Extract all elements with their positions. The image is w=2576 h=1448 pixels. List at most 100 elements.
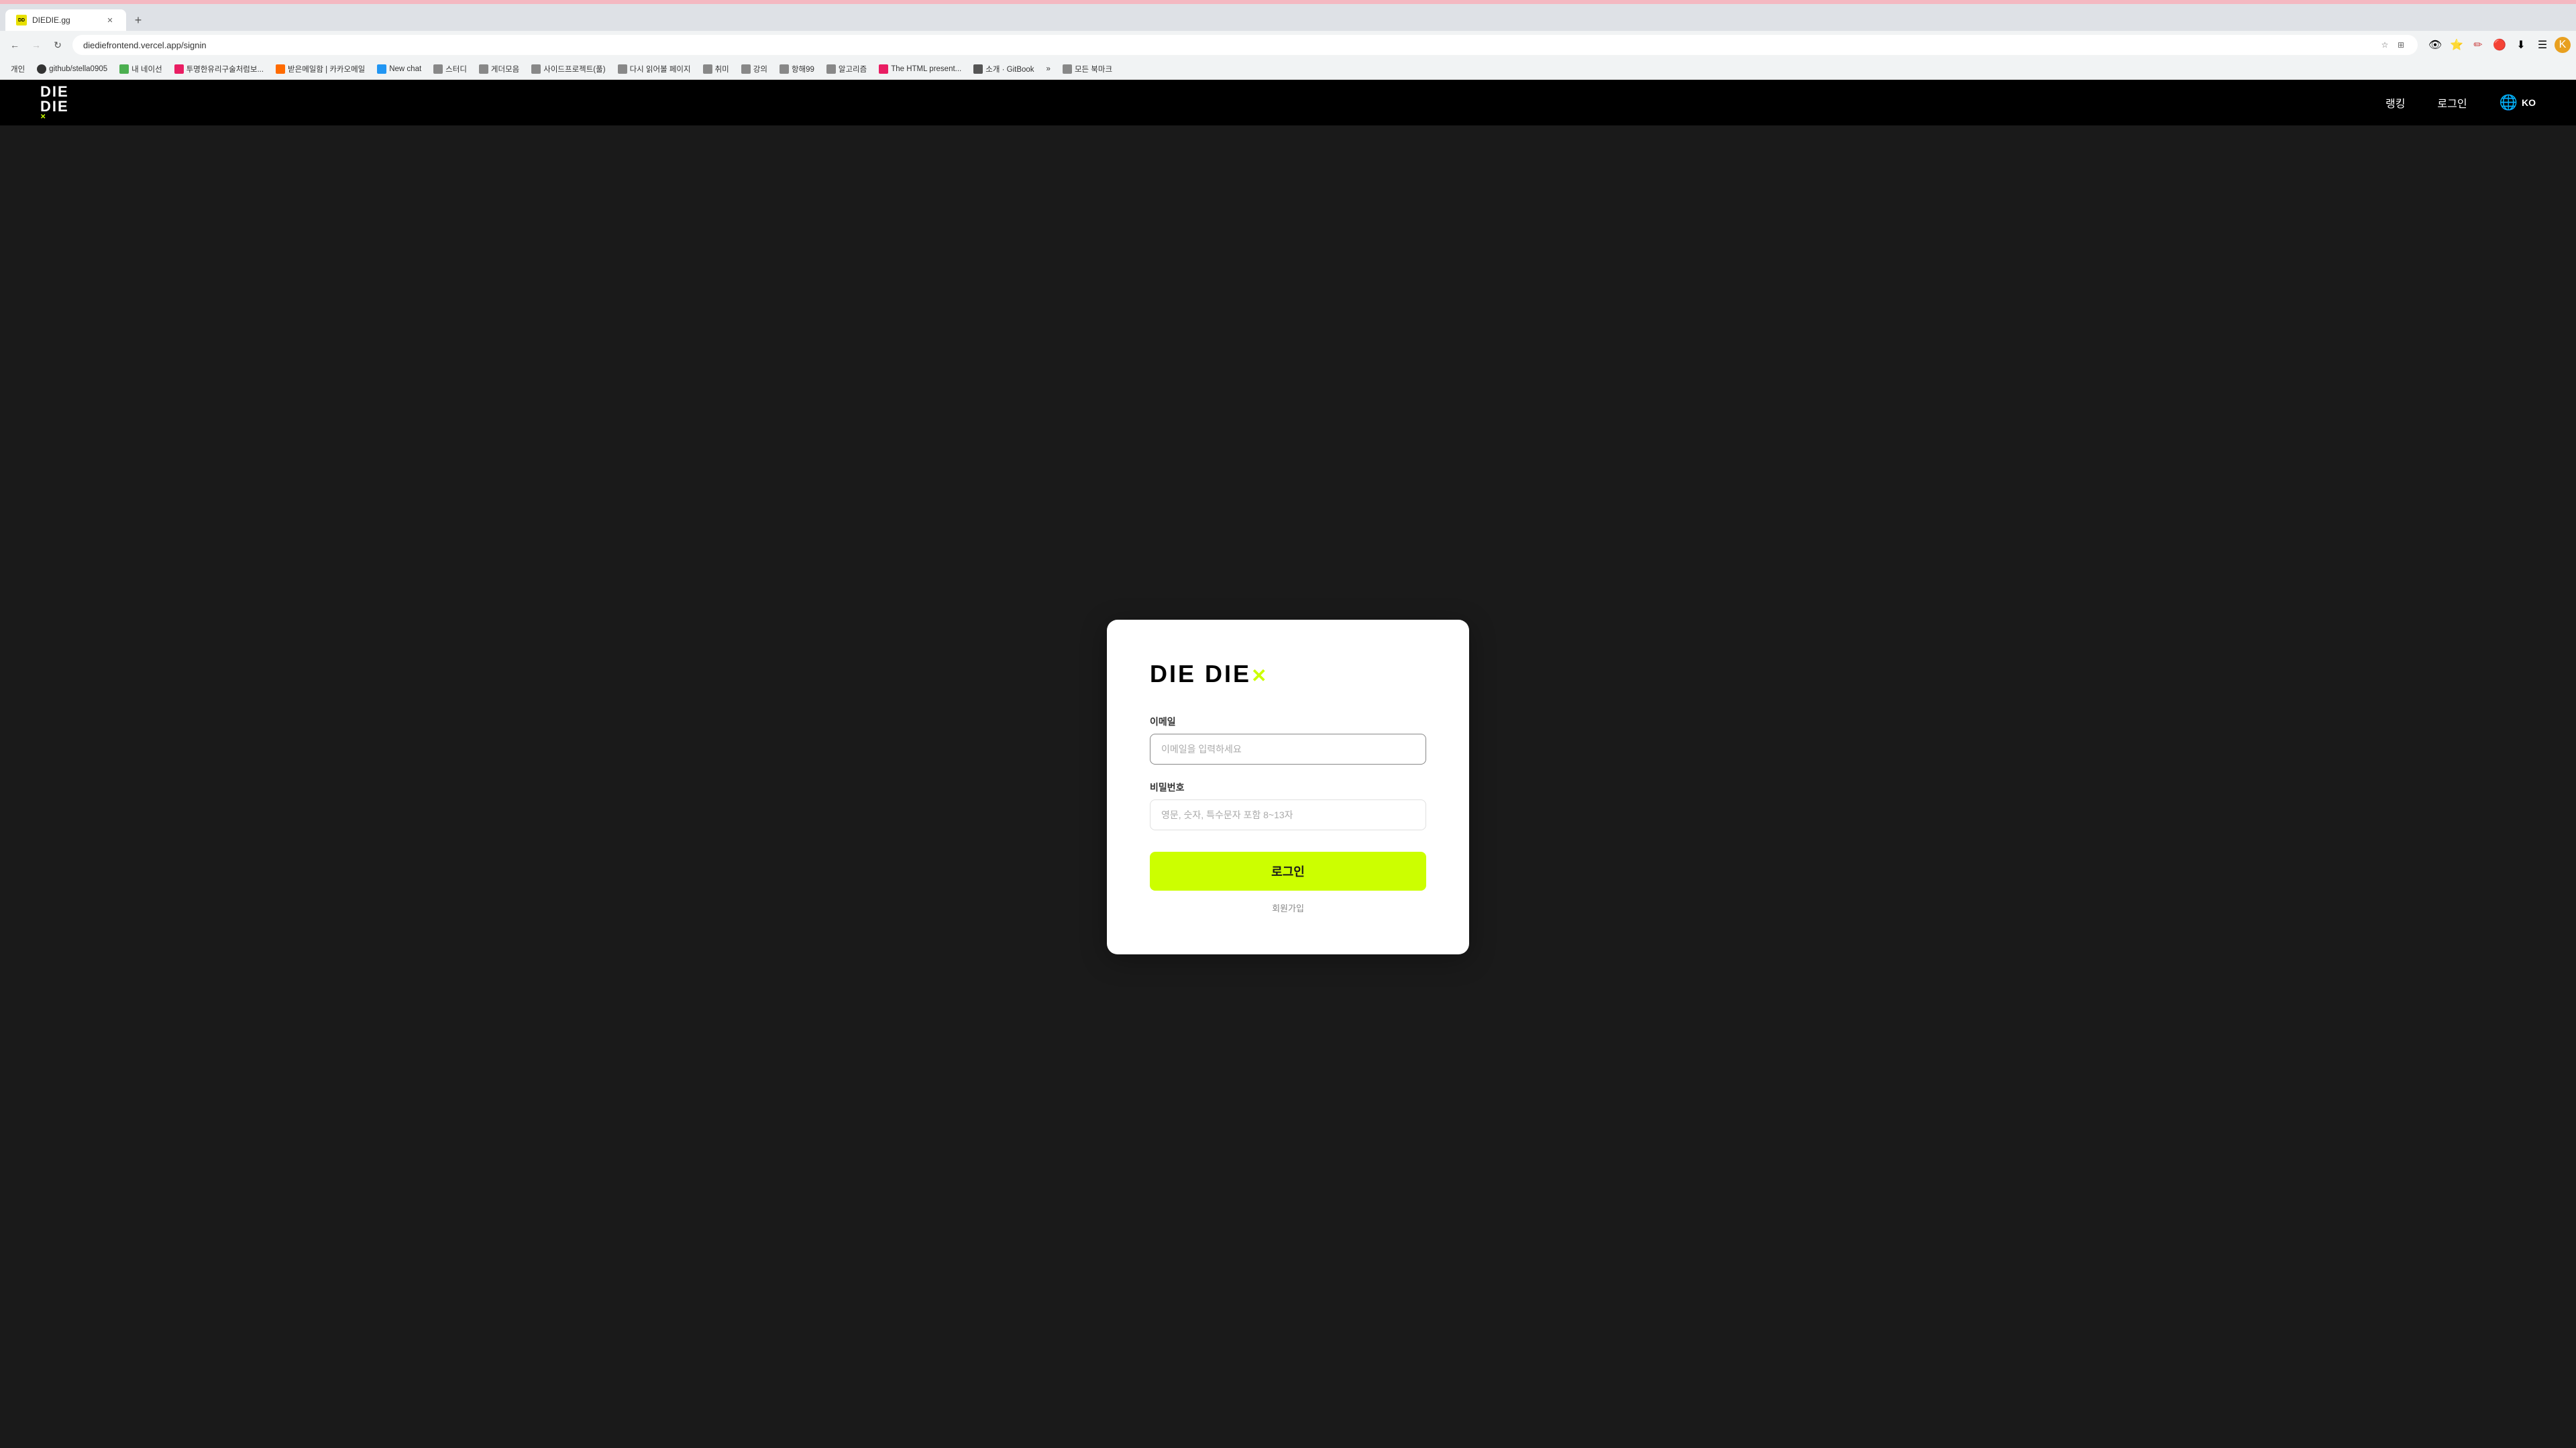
extension-icon[interactable]: ⊞ [2395,39,2407,51]
bookmark-neon-label: 내 네이선 [131,64,162,74]
bookmarks-bar: 개인 github/stella0905 내 네이선 투명한유리구술처럼보...… [0,59,2576,80]
forward-button[interactable]: → [27,36,46,54]
ext-icon-6[interactable]: ☰ [2533,36,2552,54]
nav-login-link[interactable]: 로그인 [2437,95,2467,111]
bookmark-newchat-favicon [377,64,386,74]
bookmark-hobby[interactable]: 취미 [698,62,735,76]
ext-icon-1[interactable]: 👁 [2426,36,2445,54]
bookmark-lecture-label: 강의 [753,64,767,74]
bookmark-github[interactable]: github/stella0905 [32,62,113,76]
bookmark-gitbook-label: 소개 · GitBook [985,64,1034,74]
bookmark-algo-favicon [826,64,836,74]
bookmark-kakao[interactable]: 받은메일함 | 카카오메일 [270,62,370,76]
bookmark-gather-favicon [479,64,488,74]
bookmark-reread-label: 다시 읽어볼 페이지 [630,64,691,74]
bookmark-glass-label: 투명한유리구술처럼보... [186,64,264,74]
login-button[interactable]: 로그인 [1150,852,1426,891]
bookmark-lecture[interactable]: 강의 [736,62,773,76]
password-input[interactable] [1150,799,1426,830]
bookmark-study-favicon [433,64,443,74]
logo-sub-text: ✕ [40,114,69,121]
bookmark-sideproject-favicon [531,64,541,74]
bookmark-hobby-label: 취미 [715,64,729,74]
tab-bar: DD DIEDIE.gg ✕ + [0,4,2576,31]
tab-title: DIEDIE.gg [32,15,99,25]
login-card: DIE DIE✕ 이메일 비밀번호 로그인 회원가입 [1107,620,1469,954]
ext-icon-5[interactable]: ⬇ [2512,36,2530,54]
bookmark-html[interactable]: The HTML present... [873,62,967,76]
bookmark-html-favicon [879,64,888,74]
bookmark-algo[interactable]: 알고리즘 [821,62,872,76]
ext-icon-4[interactable]: 🔴 [2490,36,2509,54]
bookmark-glass[interactable]: 투명한유리구술처럼보... [169,62,269,76]
bookmark-github-label: github/stella0905 [49,65,107,73]
nav-ranking-link[interactable]: 랭킹 [2385,95,2405,111]
bookmark-항해-label: 항해99 [792,64,814,74]
lang-code-text: KO [2522,97,2536,108]
site-content: DIEDIE ✕ 랭킹 로그인 🌐 KO DIE DIE✕ 이메일 [0,80,2576,1448]
bookmark-star-icon[interactable]: ☆ [2379,39,2391,51]
language-selector[interactable]: 🌐 KO [2500,94,2536,111]
ext-icon-2[interactable]: ⭐ [2447,36,2466,54]
bookmark-all[interactable]: 모든 북마크 [1057,62,1118,76]
address-text: diediefrontend.vercel.app/signin [83,40,2373,50]
bookmark-kakao-favicon [276,64,285,74]
address-bar[interactable]: diediefrontend.vercel.app/signin ☆ ⊞ [72,35,2418,55]
bookmark-more-label: » [1046,65,1051,73]
back-button[interactable]: ← [5,36,24,54]
bookmark-study-label: 스터디 [445,64,467,74]
bookmark-glass-favicon [174,64,184,74]
bookmark-gather[interactable]: 게더모음 [474,62,525,76]
card-logo-text: DIE DIE [1150,660,1251,687]
site-header: DIEDIE ✕ 랭킹 로그인 🌐 KO [0,80,2576,125]
bookmark-personal[interactable]: 개인 [5,62,30,76]
ext-icon-profile[interactable]: K [2555,37,2571,53]
site-logo[interactable]: DIEDIE ✕ [40,85,69,121]
bookmark-reread[interactable]: 다시 읽어볼 페이지 [612,62,696,76]
bookmark-gitbook-favicon [973,64,983,74]
tab-close-button[interactable]: ✕ [105,15,115,25]
bookmark-sideproject[interactable]: 사이드프로젝트(풀) [526,62,610,76]
logo-top-text: DIEDIE [40,85,69,114]
card-logo: DIE DIE✕ [1150,660,1426,688]
bookmark-all-label: 모든 북마크 [1075,64,1112,74]
email-input[interactable] [1150,734,1426,765]
bookmark-all-favicon [1063,64,1072,74]
bookmark-gitbook[interactable]: 소개 · GitBook [968,62,1039,76]
email-form-group: 이메일 [1150,715,1426,765]
bookmark-html-label: The HTML present... [891,65,961,73]
extension-icons: 👁 ⭐ ✏ 🔴 ⬇ ☰ K [2426,36,2571,54]
main-content: DIE DIE✕ 이메일 비밀번호 로그인 회원가입 [0,125,2576,1448]
card-logo-x: ✕ [1251,665,1269,686]
globe-icon: 🌐 [2500,94,2518,111]
active-tab[interactable]: DD DIEDIE.gg ✕ [5,9,126,31]
new-tab-button[interactable]: + [129,11,148,30]
bookmark-more[interactable]: » [1041,63,1056,75]
password-form-group: 비밀번호 [1150,781,1426,830]
bookmark-neon-favicon [119,64,129,74]
bookmark-항해[interactable]: 항해99 [774,62,820,76]
address-icons: ☆ ⊞ [2379,39,2407,51]
navigation-bar: ← → ↻ diediefrontend.vercel.app/signin ☆… [0,31,2576,59]
bookmark-kakao-label: 받은메일함 | 카카오메일 [288,64,365,74]
ext-icon-3[interactable]: ✏ [2469,36,2487,54]
tab-favicon: DD [16,15,27,25]
bookmark-personal-label: 개인 [11,64,25,74]
bookmark-항해-favicon [780,64,789,74]
email-label: 이메일 [1150,715,1426,728]
reload-button[interactable]: ↻ [48,36,67,54]
bookmark-sideproject-label: 사이드프로젝트(풀) [543,64,605,74]
register-link[interactable]: 회원가입 [1150,901,1426,914]
bookmark-study[interactable]: 스터디 [428,62,472,76]
bookmark-reread-favicon [618,64,627,74]
bookmark-lecture-favicon [741,64,751,74]
bookmark-newchat[interactable]: New chat [372,62,427,76]
bookmark-gather-label: 게더모음 [491,64,519,74]
bookmark-algo-label: 알고리즘 [839,64,867,74]
bookmark-github-favicon [37,64,46,74]
bookmark-newchat-label: New chat [389,65,421,73]
header-navigation: 랭킹 로그인 🌐 KO [2385,94,2536,111]
bookmark-hobby-favicon [703,64,712,74]
bookmark-neon[interactable]: 내 네이선 [114,62,168,76]
browser-chrome: DD DIEDIE.gg ✕ + ← → ↻ diediefrontend.ve… [0,0,2576,80]
